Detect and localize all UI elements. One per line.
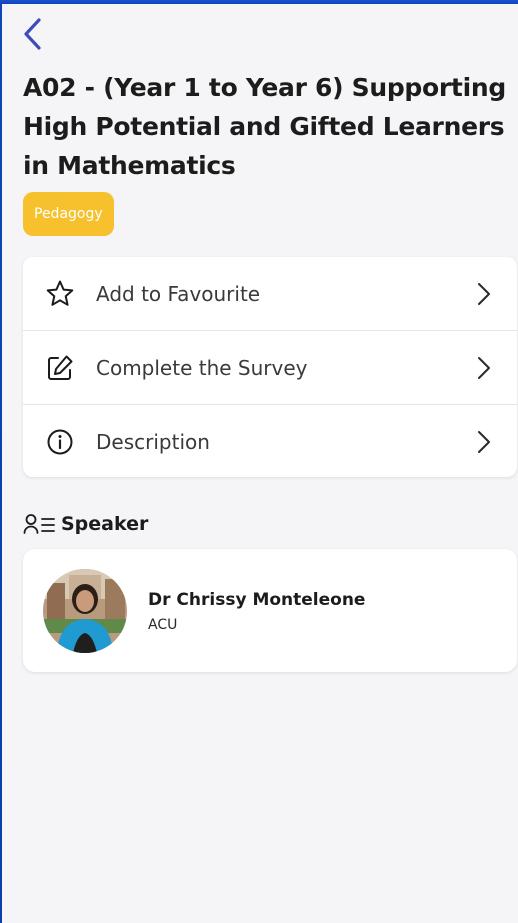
person-list-icon	[23, 512, 61, 536]
menu-item-label: Add to Favourite	[96, 281, 261, 306]
actions-card: Add to Favourite Complete the Survey Des…	[23, 257, 517, 477]
speaker-heading-text: Speaker	[61, 513, 149, 535]
speaker-card[interactable]: Dr Chrissy Monteleone ACU	[23, 549, 517, 672]
edit-square-icon	[45, 353, 75, 383]
session-title: A02 - (Year 1 to Year 6) Supporting High…	[23, 73, 506, 180]
chevron-left-icon	[24, 18, 41, 50]
speaker-name: Dr Chrissy Monteleone	[148, 590, 366, 610]
menu-item-label: Description	[96, 429, 210, 454]
description-row[interactable]: Description	[23, 405, 517, 477]
info-circle-icon	[45, 427, 75, 457]
chevron-right-icon	[475, 356, 493, 380]
speaker-section-heading: Speaker	[23, 510, 148, 538]
complete-survey-row[interactable]: Complete the Survey	[23, 331, 517, 405]
star-outline-icon	[45, 279, 75, 309]
chevron-right-icon	[475, 282, 493, 306]
back-button[interactable]	[16, 14, 50, 54]
chevron-right-icon	[475, 430, 493, 454]
speaker-organisation: ACU	[148, 617, 178, 633]
menu-item-label: Complete the Survey	[96, 355, 308, 380]
add-to-favourite-row[interactable]: Add to Favourite	[23, 257, 517, 331]
session-detail-screen: A02 - (Year 1 to Year 6) Supporting High…	[2, 4, 518, 923]
device-frame: A02 - (Year 1 to Year 6) Supporting High…	[0, 0, 518, 923]
speaker-avatar	[43, 569, 127, 653]
category-tag: Pedagogy	[23, 192, 114, 236]
